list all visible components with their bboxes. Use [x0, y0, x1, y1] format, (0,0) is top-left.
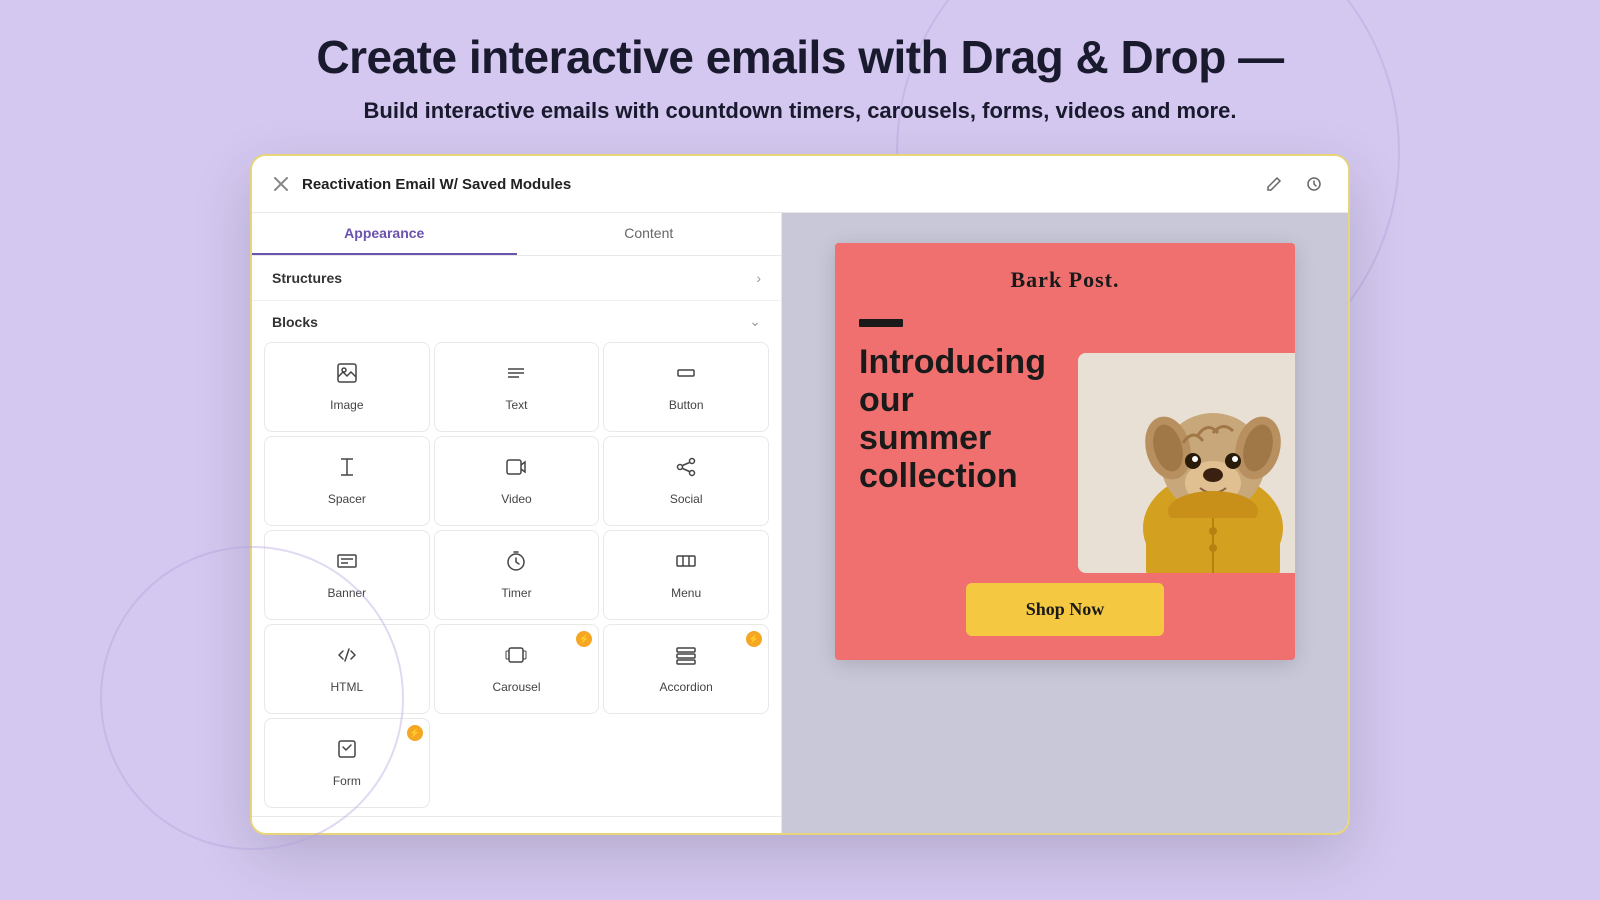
block-video[interactable]: Video	[434, 436, 600, 526]
headline-line1: Introducing	[859, 343, 1046, 381]
image-block-icon	[336, 362, 358, 390]
carousel-pro-badge: ⚡	[576, 631, 592, 647]
block-button[interactable]: Button	[603, 342, 769, 432]
accent-bar	[859, 319, 903, 327]
block-text[interactable]: Text	[434, 342, 600, 432]
email-headline: Introducing our summer collection	[859, 343, 1046, 495]
banner-block-label: Banner	[327, 586, 366, 600]
block-menu[interactable]: Menu	[603, 530, 769, 620]
form-block-label: Form	[333, 774, 361, 788]
video-block-label: Video	[501, 492, 531, 506]
accordion-block-label: Accordion	[659, 680, 712, 694]
blocks-section: Blocks ⌄	[252, 301, 781, 816]
structures-section-header[interactable]: Structures ›	[252, 256, 781, 301]
form-block-icon	[336, 738, 358, 766]
dog-image-container	[1078, 353, 1295, 573]
modules-section-header[interactable]: Modules ›	[252, 817, 781, 833]
main-title: Create interactive emails with Drag & Dr…	[316, 30, 1283, 84]
spacer-block-label: Spacer	[328, 492, 366, 506]
left-panel: Appearance Content Structures › Blocks ⌄	[252, 213, 782, 833]
block-banner[interactable]: Banner	[264, 530, 430, 620]
block-form[interactable]: ⚡ Form	[264, 718, 430, 808]
main-content: Appearance Content Structures › Blocks ⌄	[252, 213, 1348, 833]
dog-illustration	[1078, 353, 1295, 573]
right-panel: Bark Post. Introducing our summer collec	[782, 213, 1348, 833]
content-row: Introducing our summer collection	[859, 343, 1271, 563]
spacer-block-icon	[336, 456, 358, 484]
sub-title: Build interactive emails with countdown …	[364, 98, 1237, 124]
close-button[interactable]	[272, 175, 290, 193]
text-block-icon	[505, 362, 527, 390]
window-title: Reactivation Email W/ Saved Modules	[302, 176, 1248, 193]
image-block-label: Image	[330, 398, 363, 412]
brand-name: Bark Post.	[1011, 267, 1120, 292]
accordion-pro-badge: ⚡	[746, 631, 762, 647]
blocks-header: Blocks ⌄	[252, 301, 781, 342]
email-text-block: Introducing our summer collection	[859, 343, 1054, 495]
block-carousel[interactable]: ⚡ Carousel	[434, 624, 600, 714]
block-image[interactable]: Image	[264, 342, 430, 432]
headline-line3: collection	[859, 457, 1046, 495]
button-block-label: Button	[669, 398, 704, 412]
structures-arrow-icon: ›	[756, 270, 761, 286]
video-block-icon	[505, 456, 527, 484]
modules-arrow-icon: ›	[756, 831, 761, 833]
tab-appearance[interactable]: Appearance	[252, 213, 517, 255]
blocks-grid: Image Text	[252, 342, 781, 816]
modules-section: Modules ›	[252, 816, 781, 833]
menu-block-label: Menu	[671, 586, 701, 600]
tabs-bar: Appearance Content	[252, 213, 781, 256]
title-bar: Reactivation Email W/ Saved Modules	[252, 156, 1348, 213]
social-block-icon	[675, 456, 697, 484]
block-spacer[interactable]: Spacer	[264, 436, 430, 526]
history-icon[interactable]	[1300, 170, 1328, 198]
html-block-label: HTML	[330, 680, 363, 694]
tab-content[interactable]: Content	[517, 213, 782, 255]
app-window: Reactivation Email W/ Saved Modules Appe…	[250, 154, 1350, 835]
block-accordion[interactable]: ⚡ Accordion	[603, 624, 769, 714]
carousel-block-label: Carousel	[492, 680, 540, 694]
modules-label: Modules	[272, 831, 329, 833]
email-header: Bark Post.	[835, 243, 1295, 309]
structures-label: Structures	[272, 270, 342, 286]
email-body: Introducing our summer collection	[835, 309, 1295, 563]
menu-block-icon	[675, 550, 697, 578]
edit-icon[interactable]	[1260, 170, 1288, 198]
blocks-collapse-icon[interactable]: ⌄	[749, 313, 761, 330]
form-pro-badge: ⚡	[407, 725, 423, 741]
social-block-label: Social	[670, 492, 703, 506]
block-social[interactable]: Social	[603, 436, 769, 526]
button-block-icon	[675, 362, 697, 390]
email-footer: Shop Now	[835, 563, 1295, 660]
page-wrapper: Create interactive emails with Drag & Dr…	[0, 0, 1600, 835]
carousel-block-icon	[505, 644, 527, 672]
blocks-label: Blocks	[272, 314, 318, 330]
headline-line2: our summer	[859, 381, 1046, 457]
text-block-label: Text	[505, 398, 527, 412]
timer-block-icon	[505, 550, 527, 578]
html-block-icon	[336, 644, 358, 672]
accordion-block-icon	[675, 644, 697, 672]
banner-block-icon	[336, 550, 358, 578]
block-timer[interactable]: Timer	[434, 530, 600, 620]
email-preview: Bark Post. Introducing our summer collec	[835, 243, 1295, 660]
block-html[interactable]: HTML	[264, 624, 430, 714]
timer-block-label: Timer	[501, 586, 531, 600]
shop-now-button[interactable]: Shop Now	[966, 583, 1165, 636]
